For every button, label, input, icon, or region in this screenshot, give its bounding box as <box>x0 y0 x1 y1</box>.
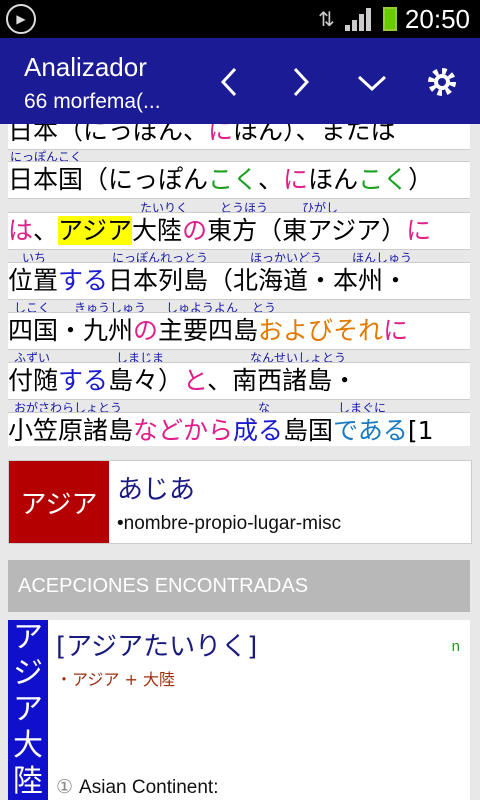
parsed-text-area[interactable]: 日本（にっぽん、にほん）、または にっぽんこく 日本国（にっぽんこく、にほんこく… <box>0 124 480 446</box>
settings-button[interactable] <box>420 60 464 104</box>
text-line-5[interactable]: 四国・九州の主要四島およびそれに <box>8 312 470 350</box>
next-button[interactable] <box>278 60 322 104</box>
chevron-down-icon <box>357 75 387 92</box>
chevron-right-icon <box>293 67 310 97</box>
sense-side-label: アジア大陸 <box>8 620 48 800</box>
text-line-2[interactable]: 日本国（にっぽんこく、にほんこく） <box>8 161 470 199</box>
battery-icon <box>382 7 397 31</box>
status-bar: ▶ ⇅ 20:50 <box>0 0 480 38</box>
text-line-6[interactable]: 付随する島々）と、南西諸島・ <box>8 362 470 400</box>
sense-side-char: ア <box>13 620 43 655</box>
definition-number: ① <box>56 777 74 798</box>
entry-reading: あじあ <box>117 475 196 505</box>
text-line-1[interactable]: 日本（にっぽん、にほん）、または <box>8 124 470 150</box>
dropdown-button[interactable] <box>350 60 394 104</box>
entry-tags: •nombre-propio-lugar-misc <box>117 513 342 534</box>
entry-card[interactable]: アジア あじあ •nombre-propio-lugar-misc <box>8 460 472 544</box>
entry-word: アジア <box>9 461 109 543</box>
sense-side-char: ア <box>13 692 43 727</box>
sense-card[interactable]: アジア大陸 [アジアたいりく] n ・アジア + 大陸 ① Asian Conti… <box>8 620 470 800</box>
notification-icon: ▶ <box>6 4 36 34</box>
previous-button[interactable] <box>208 60 252 104</box>
part-of-speech: n <box>451 638 460 655</box>
action-bar: Analizador 66 morfema(... <box>0 38 480 124</box>
chevron-left-icon <box>220 67 237 97</box>
morpheme-count: 66 morfema(... <box>24 90 161 113</box>
sense-definition: ① Asian Continent: <box>56 776 218 799</box>
sense-components: ・アジア + 大陸 <box>56 670 175 689</box>
selected-word[interactable]: アジア <box>58 216 133 245</box>
sense-headword: [アジアたいりく] <box>56 632 258 662</box>
gear-icon <box>428 68 456 96</box>
status-time: 20:50 <box>404 3 470 34</box>
sense-side-char: ジ <box>13 656 43 691</box>
section-header: ACEPCIONES ENCONTRADAS <box>8 560 470 612</box>
wifi-icon: ⇅ <box>318 7 335 31</box>
signal-icon <box>344 8 371 31</box>
app-title: Analizador <box>24 52 147 82</box>
definition-text: Asian Continent: <box>79 777 219 798</box>
text-line-7[interactable]: 小笠原諸島などから成る島国である[1 <box>8 412 470 446</box>
text-line-3[interactable]: は、アジア大陸の東方（東アジア）に <box>8 212 470 250</box>
sense-side-char: 大 <box>13 728 43 763</box>
text-line-4[interactable]: 位置する日本列島（北海道・本州・ <box>8 262 470 300</box>
sense-side-char: 陸 <box>13 764 43 799</box>
